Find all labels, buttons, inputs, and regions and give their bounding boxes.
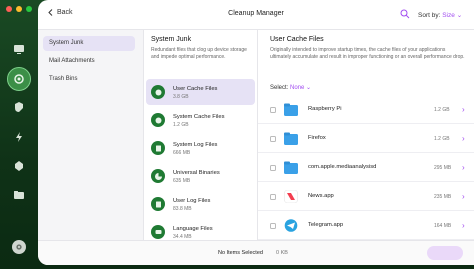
subcategory-user-log-files[interactable]: User Log Files 83.8 MB [146,191,255,217]
sort-value: Size [442,12,455,19]
chevron-down-icon: ⌄ [456,12,463,19]
category-mail-attachments[interactable]: Mail Attachments [43,54,135,69]
folder-icon [284,161,298,174]
speed-icon[interactable] [10,128,28,146]
chevron-right-icon[interactable]: › [462,105,465,114]
subcategory-panel: System Junk Redundant files that clog up… [144,30,258,240]
category-label: System Junk [49,40,84,46]
panel-title: System Junk [151,36,192,43]
select-control[interactable]: Select: None ⌄ [270,84,311,91]
file-name: Telegram.app [308,222,344,228]
applications-icon[interactable] [10,157,28,175]
file-size: 235 MB [434,194,452,200]
row-checkbox[interactable] [270,194,276,200]
chevron-right-icon[interactable]: › [462,163,465,172]
log-file-icon [151,197,165,211]
row-checkbox[interactable] [270,165,276,171]
chevron-right-icon[interactable]: › [462,134,465,143]
file-row[interactable]: Firefox 1.2 GB › [258,125,474,153]
app-root: Back Cleanup Manager Sort by: Size ⌄ Sys… [0,0,474,269]
speech-bubble-icon [151,225,165,239]
subcategory-name: System Log Files [173,142,218,148]
row-checkbox[interactable] [270,107,276,113]
subcategory-system-cache-files[interactable]: System Cache Files 1.2 GB [146,107,255,133]
subcategory-size: 83.8 MB [173,206,192,212]
file-list-panel: User Cache Files Originally intended to … [258,30,474,240]
subcategory-name: Universal Binaries [173,170,220,176]
chevron-right-icon[interactable]: › [462,192,465,201]
folder-icon [284,103,298,116]
subcategory-name: Language Files [173,226,213,232]
category-list: System Junk Mail Attachments Trash Bins [38,30,144,240]
broom-icon [151,85,165,99]
file-size: 1.2 GB [434,107,450,113]
selection-status: No Items Selected [218,250,263,256]
panel-description: Originally intended to improve startup t… [270,47,465,60]
remove-button[interactable] [427,246,463,260]
title-bar: Back Cleanup Manager Sort by: Size ⌄ [38,0,474,30]
file-name: com.apple.mediaanalysisd [308,164,377,170]
subcategory-universal-binaries[interactable]: Universal Binaries 635 MB [146,163,255,189]
panel-title: User Cache Files [270,36,324,43]
sort-label: Sort by: [418,12,441,19]
account-icon[interactable] [12,240,26,254]
subcategory-name: User Log Files [173,198,211,204]
panel-description: Redundant files that clog up device stor… [151,47,247,60]
selection-size: 0 KB [276,250,288,256]
select-label: Select: [270,85,289,91]
category-system-junk[interactable]: System Junk [43,36,135,51]
log-file-icon [151,141,165,155]
select-value: None [290,85,305,91]
dashboard-icon[interactable] [10,40,28,58]
file-row[interactable]: Telegram.app 164 MB › [258,212,474,240]
folder-icon [284,132,298,145]
chevron-right-icon[interactable]: › [462,221,465,230]
category-trash-bins[interactable]: Trash Bins [43,72,135,87]
broom-icon [151,113,165,127]
file-name: Firefox [308,135,326,141]
protection-icon[interactable] [10,98,28,116]
file-row[interactable]: Raspberry Pi 1.2 GB › [258,96,474,124]
search-icon[interactable] [400,9,410,19]
file-name: Raspberry Pi [308,106,342,112]
category-label: Mail Attachments [49,58,95,64]
footer-bar: No Items Selected 0 KB [38,240,474,265]
sidebar-rail [0,0,38,269]
news-app-icon [284,190,298,203]
file-row[interactable]: News.app 235 MB › [258,183,474,211]
row-checkbox[interactable] [270,223,276,229]
subcategory-name: System Cache Files [173,114,225,120]
row-checkbox[interactable] [270,136,276,142]
file-name: News.app [308,193,334,199]
sort-by-control[interactable]: Sort by: Size ⌄ [418,11,462,19]
telegram-app-icon [284,219,298,232]
file-size: 295 MB [434,165,452,171]
subcategory-size: 3.8 GB [173,94,189,100]
subcategory-size: 1.2 GB [173,122,189,128]
files-icon[interactable] [10,186,28,204]
subcategory-system-log-files[interactable]: System Log Files 666 MB [146,135,255,161]
file-size: 164 MB [434,223,452,229]
chevron-down-icon: ⌄ [306,85,312,91]
category-label: Trash Bins [49,76,78,82]
subcategory-size: 666 MB [173,150,191,156]
main-window: Back Cleanup Manager Sort by: Size ⌄ Sys… [38,0,474,265]
binaries-icon [151,169,165,183]
subcategory-size: 635 MB [173,178,191,184]
file-row[interactable]: com.apple.mediaanalysisd 295 MB › [258,154,474,182]
subcategory-user-cache-files[interactable]: User Cache Files 3.8 GB [146,79,255,105]
cleanup-icon[interactable] [7,67,31,91]
subcategory-name: User Cache Files [173,86,218,92]
file-size: 1.2 GB [434,136,450,142]
